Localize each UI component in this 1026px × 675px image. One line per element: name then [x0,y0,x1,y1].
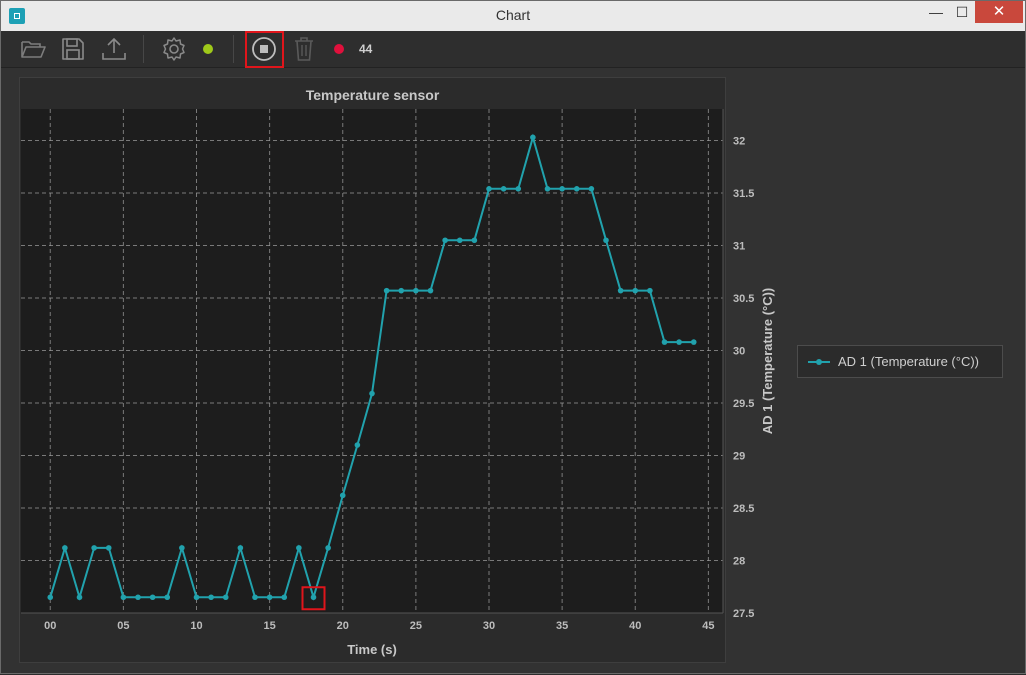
x-tick-label: 15 [264,620,276,632]
data-point [647,287,653,294]
data-point [135,594,141,601]
y-axis-label: AD 1 (Temperature (°C)) [760,288,775,435]
data-point [632,287,639,294]
data-point [676,339,682,345]
data-point [456,237,463,244]
data-point [149,594,156,601]
data-point [530,134,536,141]
data-point [120,594,127,601]
x-tick-label: 10 [190,620,202,632]
data-point [588,186,595,192]
legend-series-swatch [808,358,830,365]
data-point [296,545,302,551]
data-point [690,339,697,345]
data-point [281,594,288,601]
data-point [413,287,419,294]
data-point [442,237,448,244]
x-tick-label: 00 [44,620,56,632]
y-tick-label: 27.5 [733,608,754,620]
data-point [164,594,171,601]
y-tick-label: 30.5 [733,293,754,305]
x-tick-label: 30 [483,620,495,632]
data-point [105,545,112,551]
x-tick-label: 35 [556,620,568,632]
data-point [310,594,317,601]
x-tick-label: 20 [337,620,349,632]
data-point [47,594,54,601]
data-point [427,287,434,294]
data-point [325,545,331,551]
data-point [486,186,492,192]
data-point [369,390,375,397]
data-point [179,545,185,551]
y-tick-label: 30 [733,346,745,358]
data-point [62,545,68,551]
x-axis-label: Time (s) [347,642,397,657]
chart-window: Chart — ☐ ✕ 44 Temperature sensor 00 05 … [0,0,1026,674]
data-point [471,237,478,244]
plot-area [21,109,723,613]
chart-legend: AD 1 (Temperature (°C)) [797,345,1003,378]
data-point [91,545,97,551]
data-point [252,594,258,601]
temperature-chart[interactable]: 00 05 10 15 20 25 30 35 40 45 27.5 28 28.5 29 29.5 30 30… [1,1,1026,675]
data-point [193,594,200,601]
data-point [398,287,405,294]
y-tick-label: 29 [733,451,745,463]
data-point [266,594,273,601]
data-point [617,287,624,294]
y-tick-label: 28.5 [733,503,754,515]
data-point [559,186,565,192]
data-point [339,492,346,499]
data-point [76,594,83,601]
x-tick-label: 25 [410,620,422,632]
x-tick-label: 40 [629,620,641,632]
data-point [573,186,580,192]
y-tick-label: 29.5 [733,398,754,410]
data-point [544,186,551,192]
data-point [500,186,507,192]
x-tick-label: 05 [117,620,129,632]
legend-series-label: AD 1 (Temperature (°C)) [838,354,980,369]
data-point [603,237,609,244]
data-point [515,186,522,192]
y-tick-label: 32 [733,136,745,148]
data-point [222,594,229,601]
y-tick-label: 31.5 [733,188,754,200]
y-tick-label: 31 [733,241,745,253]
data-point [208,594,214,601]
y-tick-label: 28 [733,556,745,568]
data-point [354,442,361,448]
x-tick-label: 45 [702,620,714,632]
data-point [237,545,244,551]
data-point [661,339,668,345]
data-point [383,287,390,294]
